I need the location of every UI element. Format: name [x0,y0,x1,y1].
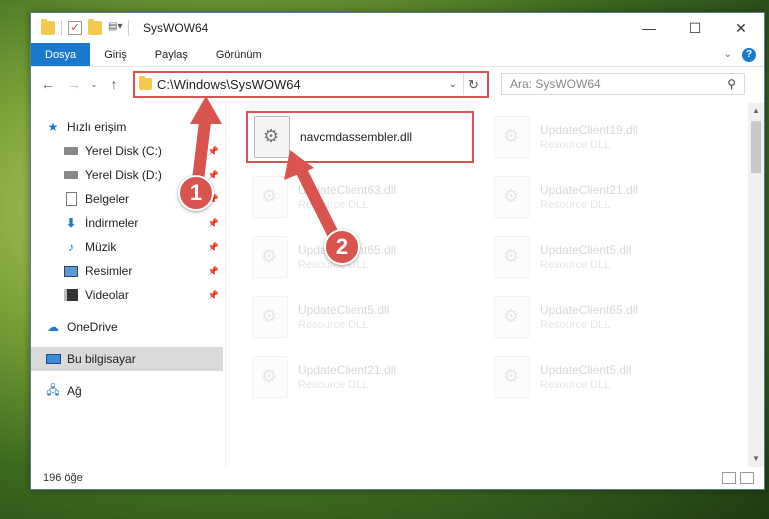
search-input[interactable]: Ara: SysWOW64 ⚲ [501,73,745,95]
back-arrow-icon[interactable]: ← [37,76,59,92]
cloud-icon: ☁ [47,320,59,334]
sidebar-item-videos[interactable]: Videolar 📌 [31,283,225,307]
video-icon [64,289,78,301]
disk-icon [64,147,78,155]
pin-icon: 📌 [207,265,219,276]
dll-file-icon [252,296,288,338]
file-list: navcmdassembler.dll UpdateClient19.dll R… [226,103,764,467]
help-icon[interactable]: ? [742,47,756,62]
dll-file-icon [252,356,288,398]
pin-icon: 📌 [207,169,219,180]
forward-arrow-icon[interactable]: → [63,76,85,92]
explorer-window: ✓ ▤▾ SysWOW64 — ☐ ✕ Dosya Giriş Paylaş G… [30,12,765,490]
dll-file-icon [252,236,288,278]
sidebar-item-local-disk-c[interactable]: Yerel Disk (C:) 📌 [31,139,225,163]
disk-icon [64,171,78,179]
search-icon[interactable]: ⚲ [727,77,736,91]
dll-file-icon [254,116,290,158]
annotation-step-1: 1 [178,175,214,211]
large-icons-view-icon[interactable] [740,472,754,484]
music-icon: ♪ [68,240,74,254]
file-item[interactable]: UpdateClient21.dll Resource DLL [488,171,716,223]
pin-icon: 📌 [207,241,219,252]
tab-file[interactable]: Dosya [31,43,91,66]
download-icon: ⬇ [65,216,77,230]
customize-toolbar-icon[interactable]: ▤▾ [108,21,122,35]
maximize-button[interactable]: ☐ [672,13,718,43]
file-item[interactable]: UpdateClient63.dll Resource DLL [246,171,474,223]
item-count: 196 öğe [43,472,83,484]
tab-home[interactable]: Giriş [90,43,141,66]
recent-locations-chevron-icon[interactable]: ⌄ [89,80,99,89]
dll-file-icon [494,296,530,338]
status-bar: 196 öğe [31,467,764,489]
star-icon: ★ [47,120,59,134]
tab-share[interactable]: Paylaş [141,43,202,66]
pin-icon: 📌 [207,289,219,300]
sidebar-item-music[interactable]: ♪ Müzik 📌 [31,235,225,259]
address-bar[interactable]: C:\Windows\SysWOW64 ⌄ ↻ [133,70,489,98]
file-item[interactable]: UpdateClient5.dll Resource DLL [246,291,474,343]
file-item[interactable]: UpdateClient19.dll Resource DLL [488,111,716,163]
address-path[interactable]: C:\Windows\SysWOW64 [157,77,301,92]
window-title: SysWOW64 [143,21,209,35]
refresh-icon[interactable]: ↻ [463,73,483,95]
new-folder-icon[interactable] [88,19,102,35]
sidebar-item-pictures[interactable]: Resimler 📌 [31,259,225,283]
minimize-button[interactable]: — [626,13,672,43]
up-arrow-icon[interactable]: ↑ [103,76,125,92]
ribbon-tabs: Dosya Giriş Paylaş Görünüm ⌄ ? [31,43,764,67]
sidebar-item-quick-access[interactable]: ★ Hızlı erişim [31,115,225,139]
pin-icon: 📌 [207,145,219,156]
quick-access-toolbar: ✓ ▤▾ SysWOW64 [31,19,209,36]
tab-view[interactable]: Görünüm [202,43,276,66]
computer-icon [45,354,61,364]
scrollbar-thumb[interactable] [751,121,761,173]
scroll-up-icon[interactable]: ▲ [748,103,764,119]
dll-file-icon [494,236,530,278]
file-item[interactable]: UpdateClient65.dll Resource DLL [246,231,474,283]
scroll-down-icon[interactable]: ▼ [748,451,764,467]
close-button[interactable]: ✕ [718,13,764,43]
vertical-scrollbar[interactable]: ▲ ▼ [748,103,764,467]
document-icon [65,192,77,206]
navigation-pane: ★ Hızlı erişim Yerel Disk (C:) 📌 Yerel D… [31,103,226,467]
file-item[interactable]: UpdateClient5.dll Resource DLL [488,351,716,403]
dll-file-icon [494,116,530,158]
network-icon: 🖧 [46,382,60,397]
file-item[interactable]: UpdateClient5.dll Resource DLL [488,231,716,283]
ribbon-expand-icon[interactable]: ⌄ [724,49,732,60]
address-dropdown-icon[interactable]: ⌄ [449,79,463,90]
title-bar: ✓ ▤▾ SysWOW64 — ☐ ✕ [31,13,764,43]
file-item[interactable]: UpdateClient21.dll Resource DLL [246,351,474,403]
window-controls: — ☐ ✕ [626,13,764,43]
sidebar-item-downloads[interactable]: ⬇ İndirmeler 📌 [31,211,225,235]
folder-icon [139,76,152,90]
file-item-navcmdassembler[interactable]: navcmdassembler.dll [246,111,474,163]
pictures-icon [64,265,78,277]
sidebar-item-onedrive[interactable]: ☁ OneDrive [31,315,225,339]
sidebar-item-network[interactable]: 🖧 Ağ [31,379,225,403]
file-item[interactable]: UpdateClient65.dll Resource DLL [488,291,716,343]
sidebar-item-this-pc[interactable]: Bu bilgisayar [31,347,223,371]
pin-icon: 📌 [207,217,219,228]
annotation-step-2: 2 [324,229,360,265]
properties-icon[interactable]: ✓ [68,21,82,35]
details-view-icon[interactable] [722,472,736,484]
content-area: ★ Hızlı erişim Yerel Disk (C:) 📌 Yerel D… [31,103,764,467]
search-placeholder: Ara: SysWOW64 [510,77,601,91]
dll-file-icon [494,356,530,398]
dll-file-icon [252,176,288,218]
navigation-bar: ← → ⌄ ↑ C:\Windows\SysWOW64 ⌄ ↻ Ara: Sys… [31,67,764,101]
folder-icon [41,19,55,35]
dll-file-icon [494,176,530,218]
